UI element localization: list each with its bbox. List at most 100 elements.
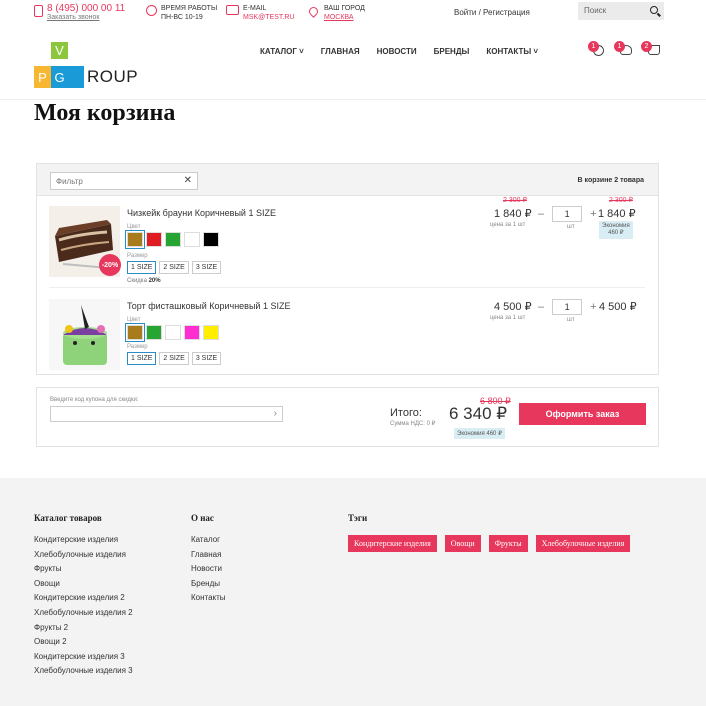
city-title: Ваш город [324, 5, 365, 12]
increase-qty-button[interactable]: + [590, 208, 596, 220]
hours-block: Время работы ПН-ВС 10-19 [146, 4, 217, 22]
logo-square-v: V [51, 42, 68, 59]
quantity-input[interactable]: 1 [552, 299, 583, 315]
footer-about-title: О нас [191, 513, 214, 523]
coupon-input[interactable]: › [50, 406, 283, 422]
nav-catalog[interactable]: Каталог ˅ [260, 47, 304, 56]
decrease-qty-button[interactable]: – [538, 208, 544, 220]
email-link[interactable]: msk@test.ru [243, 13, 294, 22]
color-swatch[interactable] [203, 232, 219, 247]
tag[interactable]: Овощи [444, 535, 481, 552]
search-input[interactable]: Поиск [578, 2, 664, 20]
unit-price: 4 500 ₽ [494, 301, 532, 313]
increase-qty-button[interactable]: + [590, 301, 596, 313]
size-option[interactable]: 3 SIZE [191, 261, 222, 274]
footer-link[interactable]: Хлебобулочные изделия [34, 550, 133, 565]
quantity-stepper: – 1 + [538, 206, 597, 222]
footer-link[interactable]: Хлебобулочные изделия 2 [34, 608, 133, 623]
email-block: E-mail msk@test.ru [226, 4, 294, 22]
top-bar: 8 (495) 000 00 11 Заказать звонок Время … [0, 0, 706, 26]
order-summary: Введите код купона для скидки: › Итого: … [36, 387, 659, 447]
site-header: V P G ROUP Каталог ˅ Главная Новости Бре… [0, 26, 706, 100]
footer-link[interactable]: Фрукты [34, 564, 133, 579]
item-total: 1 840 ₽ [598, 208, 636, 220]
footer-link[interactable]: Каталог [191, 535, 226, 550]
quantity-input[interactable]: 1 [552, 206, 583, 222]
filter-placeholder: Фильтр [56, 177, 83, 186]
per-unit-label: цена за 1 шт [490, 222, 526, 228]
size-option[interactable]: 1 SIZE [127, 352, 157, 365]
footer-link[interactable]: Кондитерские изделия 2 [34, 593, 133, 608]
size-options: 1 SIZE 2 SIZE 3 SIZE [127, 261, 222, 274]
discount-badge: -20% [99, 254, 121, 276]
logo-square-blue [68, 66, 84, 88]
city-link[interactable]: Москва [324, 13, 365, 22]
color-swatch[interactable] [165, 232, 181, 247]
logo-square-g: G [51, 66, 68, 88]
size-option[interactable]: 1 SIZE [127, 261, 157, 274]
search-placeholder: Поиск [584, 6, 607, 15]
size-option[interactable]: 2 SIZE [159, 261, 189, 274]
footer-link[interactable]: Овощи 2 [34, 637, 133, 652]
color-label: Цвет [127, 224, 141, 230]
color-swatch[interactable] [125, 230, 145, 249]
tag[interactable]: Кондитерские изделия [348, 535, 437, 552]
login-link[interactable]: Войти / Регистрация [454, 8, 530, 17]
phone-block: 8 (495) 000 00 11 Заказать звонок [34, 4, 125, 22]
footer-link[interactable]: Овощи [34, 579, 133, 594]
size-option[interactable]: 3 SIZE [191, 352, 222, 365]
footer-about: О нас Каталог Главная Новости Бренды Кон… [191, 513, 226, 608]
filter-input[interactable]: Фильтр ✕ [50, 172, 198, 190]
basket-count: В корзине 2 товара [577, 177, 644, 184]
checkout-button[interactable]: Оформить заказ [519, 403, 646, 425]
nav-contacts[interactable]: Контакты ˅ [486, 47, 538, 56]
economy-label: Экономия [602, 223, 630, 229]
header-icons: 1 1 2 [588, 41, 668, 61]
footer-tags: Тэги Кондитерские изделия Овощи Фрукты Х… [348, 513, 631, 552]
footer-link[interactable]: Бренды [191, 579, 226, 594]
chevron-right-icon[interactable]: › [274, 408, 277, 419]
decrease-qty-button[interactable]: – [538, 301, 544, 313]
callback-link[interactable]: Заказать звонок [47, 13, 125, 22]
search-icon[interactable] [650, 6, 658, 14]
size-options: 1 SIZE 2 SIZE 3 SIZE [127, 352, 222, 365]
city-block: Ваш город Москва [307, 4, 365, 22]
size-label: Размер [127, 344, 148, 350]
logo-square-p: P [34, 66, 51, 88]
footer-link[interactable]: Новости [191, 564, 226, 579]
nav-home[interactable]: Главная [321, 47, 360, 56]
product-name[interactable]: Чизкейк брауни Коричневый 1 SIZE [127, 208, 276, 218]
footer-link[interactable]: Кондитерские изделия [34, 535, 133, 550]
clock-icon [146, 5, 157, 16]
size-option[interactable]: 2 SIZE [159, 352, 189, 365]
basket-item: Торт фисташковый Коричневый 1 SIZE Цвет … [49, 299, 645, 371]
discount-info: Скидка 20% [127, 278, 161, 284]
tag[interactable]: Хлебобулочные изделия [535, 535, 631, 552]
phone-icon [34, 5, 43, 17]
size-label: Размер [127, 253, 148, 259]
clear-filter-icon[interactable]: ✕ [184, 175, 192, 186]
nav-news[interactable]: Новости [377, 47, 417, 56]
product-name[interactable]: Торт фисташковый Коричневый 1 SIZE [127, 301, 290, 311]
favorites-badge: 1 [614, 41, 625, 52]
footer-link[interactable]: Хлебобулочные изделия 3 [34, 666, 133, 681]
color-swatch[interactable] [184, 232, 200, 247]
basket-header: Фильтр ✕ В корзине 2 товара [37, 164, 658, 196]
footer-link[interactable]: Кондитерские изделия 3 [34, 652, 133, 667]
phone-number[interactable]: 8 (495) 000 00 11 [47, 4, 125, 14]
color-swatch[interactable] [146, 232, 162, 247]
color-swatch[interactable] [184, 325, 200, 340]
footer-link[interactable]: Контакты [191, 593, 226, 608]
total-economy: Экономия 460 ₽ [454, 428, 505, 439]
nav-brands[interactable]: Бренды [434, 47, 470, 56]
color-swatch[interactable] [165, 325, 181, 340]
footer-link[interactable]: Главная [191, 550, 226, 565]
logo[interactable]: V P G ROUP [34, 36, 138, 90]
color-swatch[interactable] [146, 325, 162, 340]
footer-link[interactable]: Фрукты 2 [34, 623, 133, 638]
product-image-pistachio-cake[interactable] [49, 299, 120, 370]
color-swatch[interactable] [125, 323, 145, 342]
color-swatch[interactable] [203, 325, 219, 340]
site-footer: Каталог товаров Кондитерские изделия Хле… [0, 478, 706, 706]
tag[interactable]: Фрукты [488, 535, 528, 552]
